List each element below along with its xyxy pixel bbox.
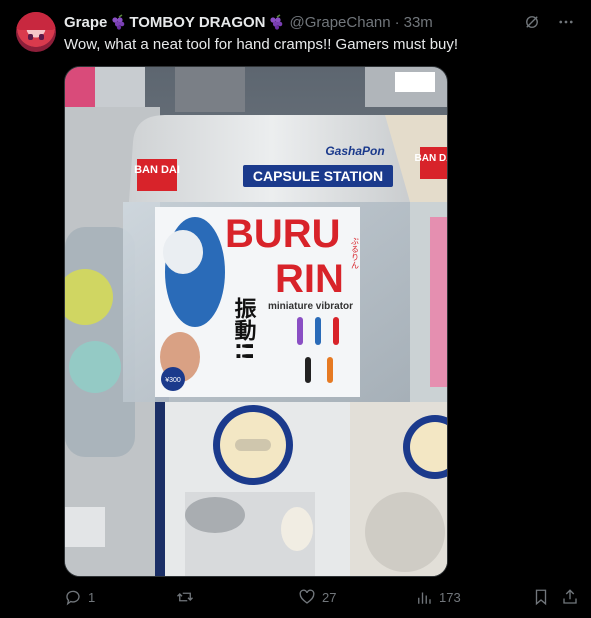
price-badge: ¥300 — [165, 377, 181, 384]
bandai-logo-left: BAN DAI — [134, 164, 180, 176]
avatar[interactable] — [16, 12, 56, 52]
product-jp-text: 振動!! — [231, 297, 257, 361]
tweet-photo[interactable]: BAN DAI CAPSULE STATION GashaPon BURU RI… — [64, 66, 448, 577]
separator-dot: · — [394, 13, 400, 31]
like-button[interactable]: 27 — [298, 588, 336, 606]
reply-count: 1 — [88, 589, 96, 605]
timestamp[interactable]: 33m — [404, 14, 433, 31]
action-bar: 1 27 173 — [64, 588, 579, 612]
views-button[interactable]: 173 — [415, 588, 461, 606]
bookmark-icon — [535, 589, 547, 606]
avatar-eye — [39, 34, 44, 40]
product-title-buru: BURU — [225, 212, 341, 256]
avatar-hair — [16, 12, 56, 30]
grape-emoji-icon — [270, 14, 283, 30]
gashapon-photo-image: BAN DAI CAPSULE STATION GashaPon BURU RI… — [65, 67, 448, 576]
tweet-text: Wow, what a neat tool for hand cramps!! … — [64, 36, 459, 53]
grok-icon[interactable] — [523, 13, 541, 31]
handle[interactable]: @GrapeChann — [289, 14, 390, 31]
product-subtitle: miniature vibrator — [268, 301, 353, 312]
like-icon — [299, 589, 315, 604]
avatar-eye — [28, 34, 33, 40]
more-icon[interactable] — [557, 13, 575, 31]
repost-button[interactable] — [176, 588, 200, 606]
product-kana: ぶるりん — [351, 237, 360, 269]
product-title-rin: RIN — [275, 257, 344, 301]
views-count: 173 — [439, 589, 461, 605]
tweet-header: Grape TOMBOY DRAGON @GrapeChann · 33m — [64, 12, 579, 32]
views-icon — [418, 592, 431, 604]
bookmark-button[interactable] — [532, 588, 550, 606]
reply-button[interactable]: 1 — [64, 588, 95, 606]
share-button[interactable] — [561, 588, 579, 606]
display-name[interactable]: Grape TOMBOY DRAGON — [64, 14, 284, 31]
grape-emoji-icon — [112, 14, 125, 30]
gashapon-logo: GashaPon — [325, 144, 384, 158]
bandai-logo-right: BAN DA — [415, 153, 448, 164]
reply-icon — [66, 590, 80, 606]
like-count: 27 — [322, 589, 337, 605]
repost-icon — [177, 592, 193, 602]
share-icon — [563, 589, 577, 604]
display-name-part-1: Grape — [64, 13, 108, 31]
display-name-part-2: TOMBOY DRAGON — [129, 13, 266, 31]
capsule-station-label: CAPSULE STATION — [253, 168, 383, 184]
